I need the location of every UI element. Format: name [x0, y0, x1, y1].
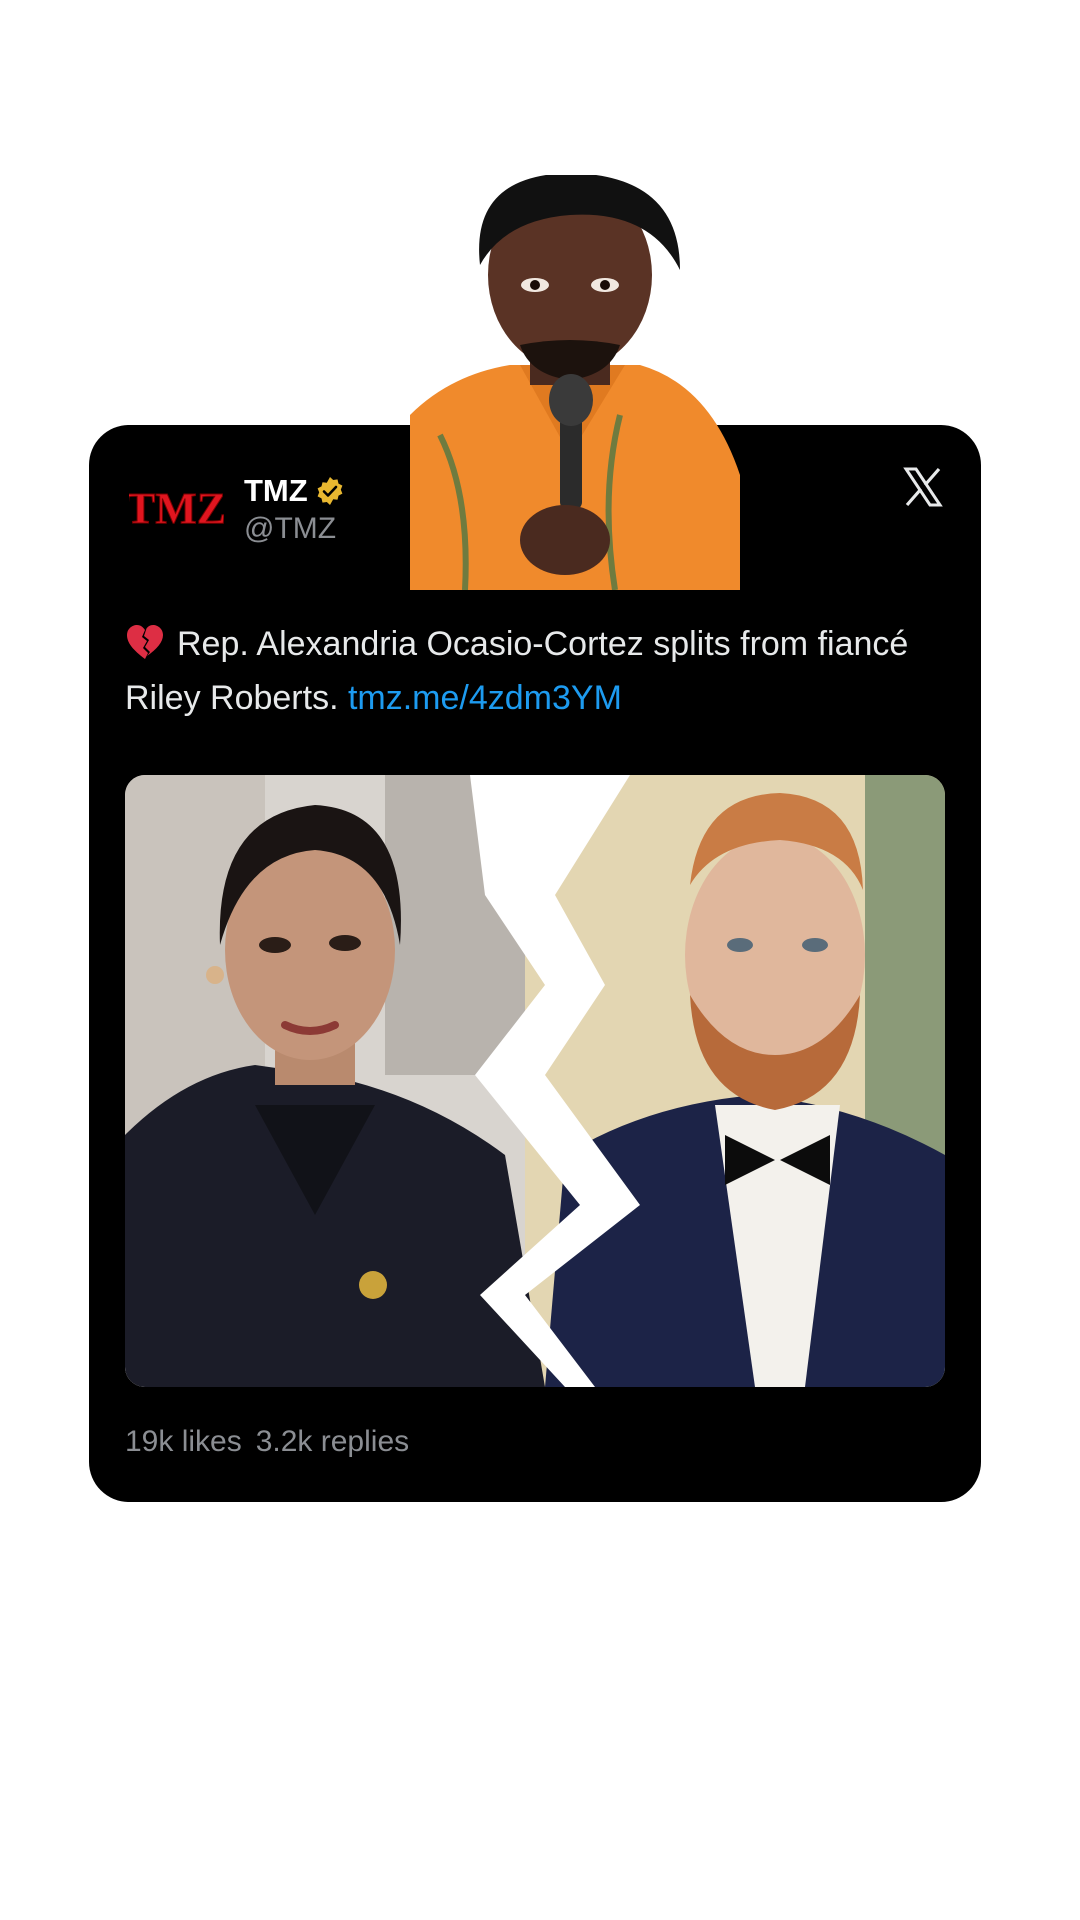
tweet-author[interactable]: TMZ @TMZ: [244, 473, 346, 547]
tweet-stats: 19k likes 3.2k replies: [125, 1425, 409, 1459]
author-name: TMZ: [244, 473, 308, 508]
broken-heart-icon: [127, 625, 163, 659]
x-logo-icon[interactable]: [901, 465, 945, 509]
likes-count[interactable]: 19k likes: [125, 1425, 242, 1459]
split-photo: [125, 775, 945, 1387]
tweet-media-image[interactable]: [125, 775, 945, 1387]
tmz-logo: TMZ: [129, 484, 224, 534]
tweet-link[interactable]: tmz.me/4zdm3YM: [348, 679, 622, 717]
verified-badge-icon: [317, 477, 343, 505]
tweet-text: Rep. Alexandria Ocasio-Cortez splits fro…: [125, 617, 945, 725]
author-name-row: TMZ: [244, 473, 346, 509]
author-handle: @TMZ: [244, 512, 337, 545]
svg-text:TMZ: TMZ: [129, 484, 224, 533]
replies-count[interactable]: 3.2k replies: [256, 1425, 409, 1459]
presenter-overlay: [410, 175, 740, 590]
